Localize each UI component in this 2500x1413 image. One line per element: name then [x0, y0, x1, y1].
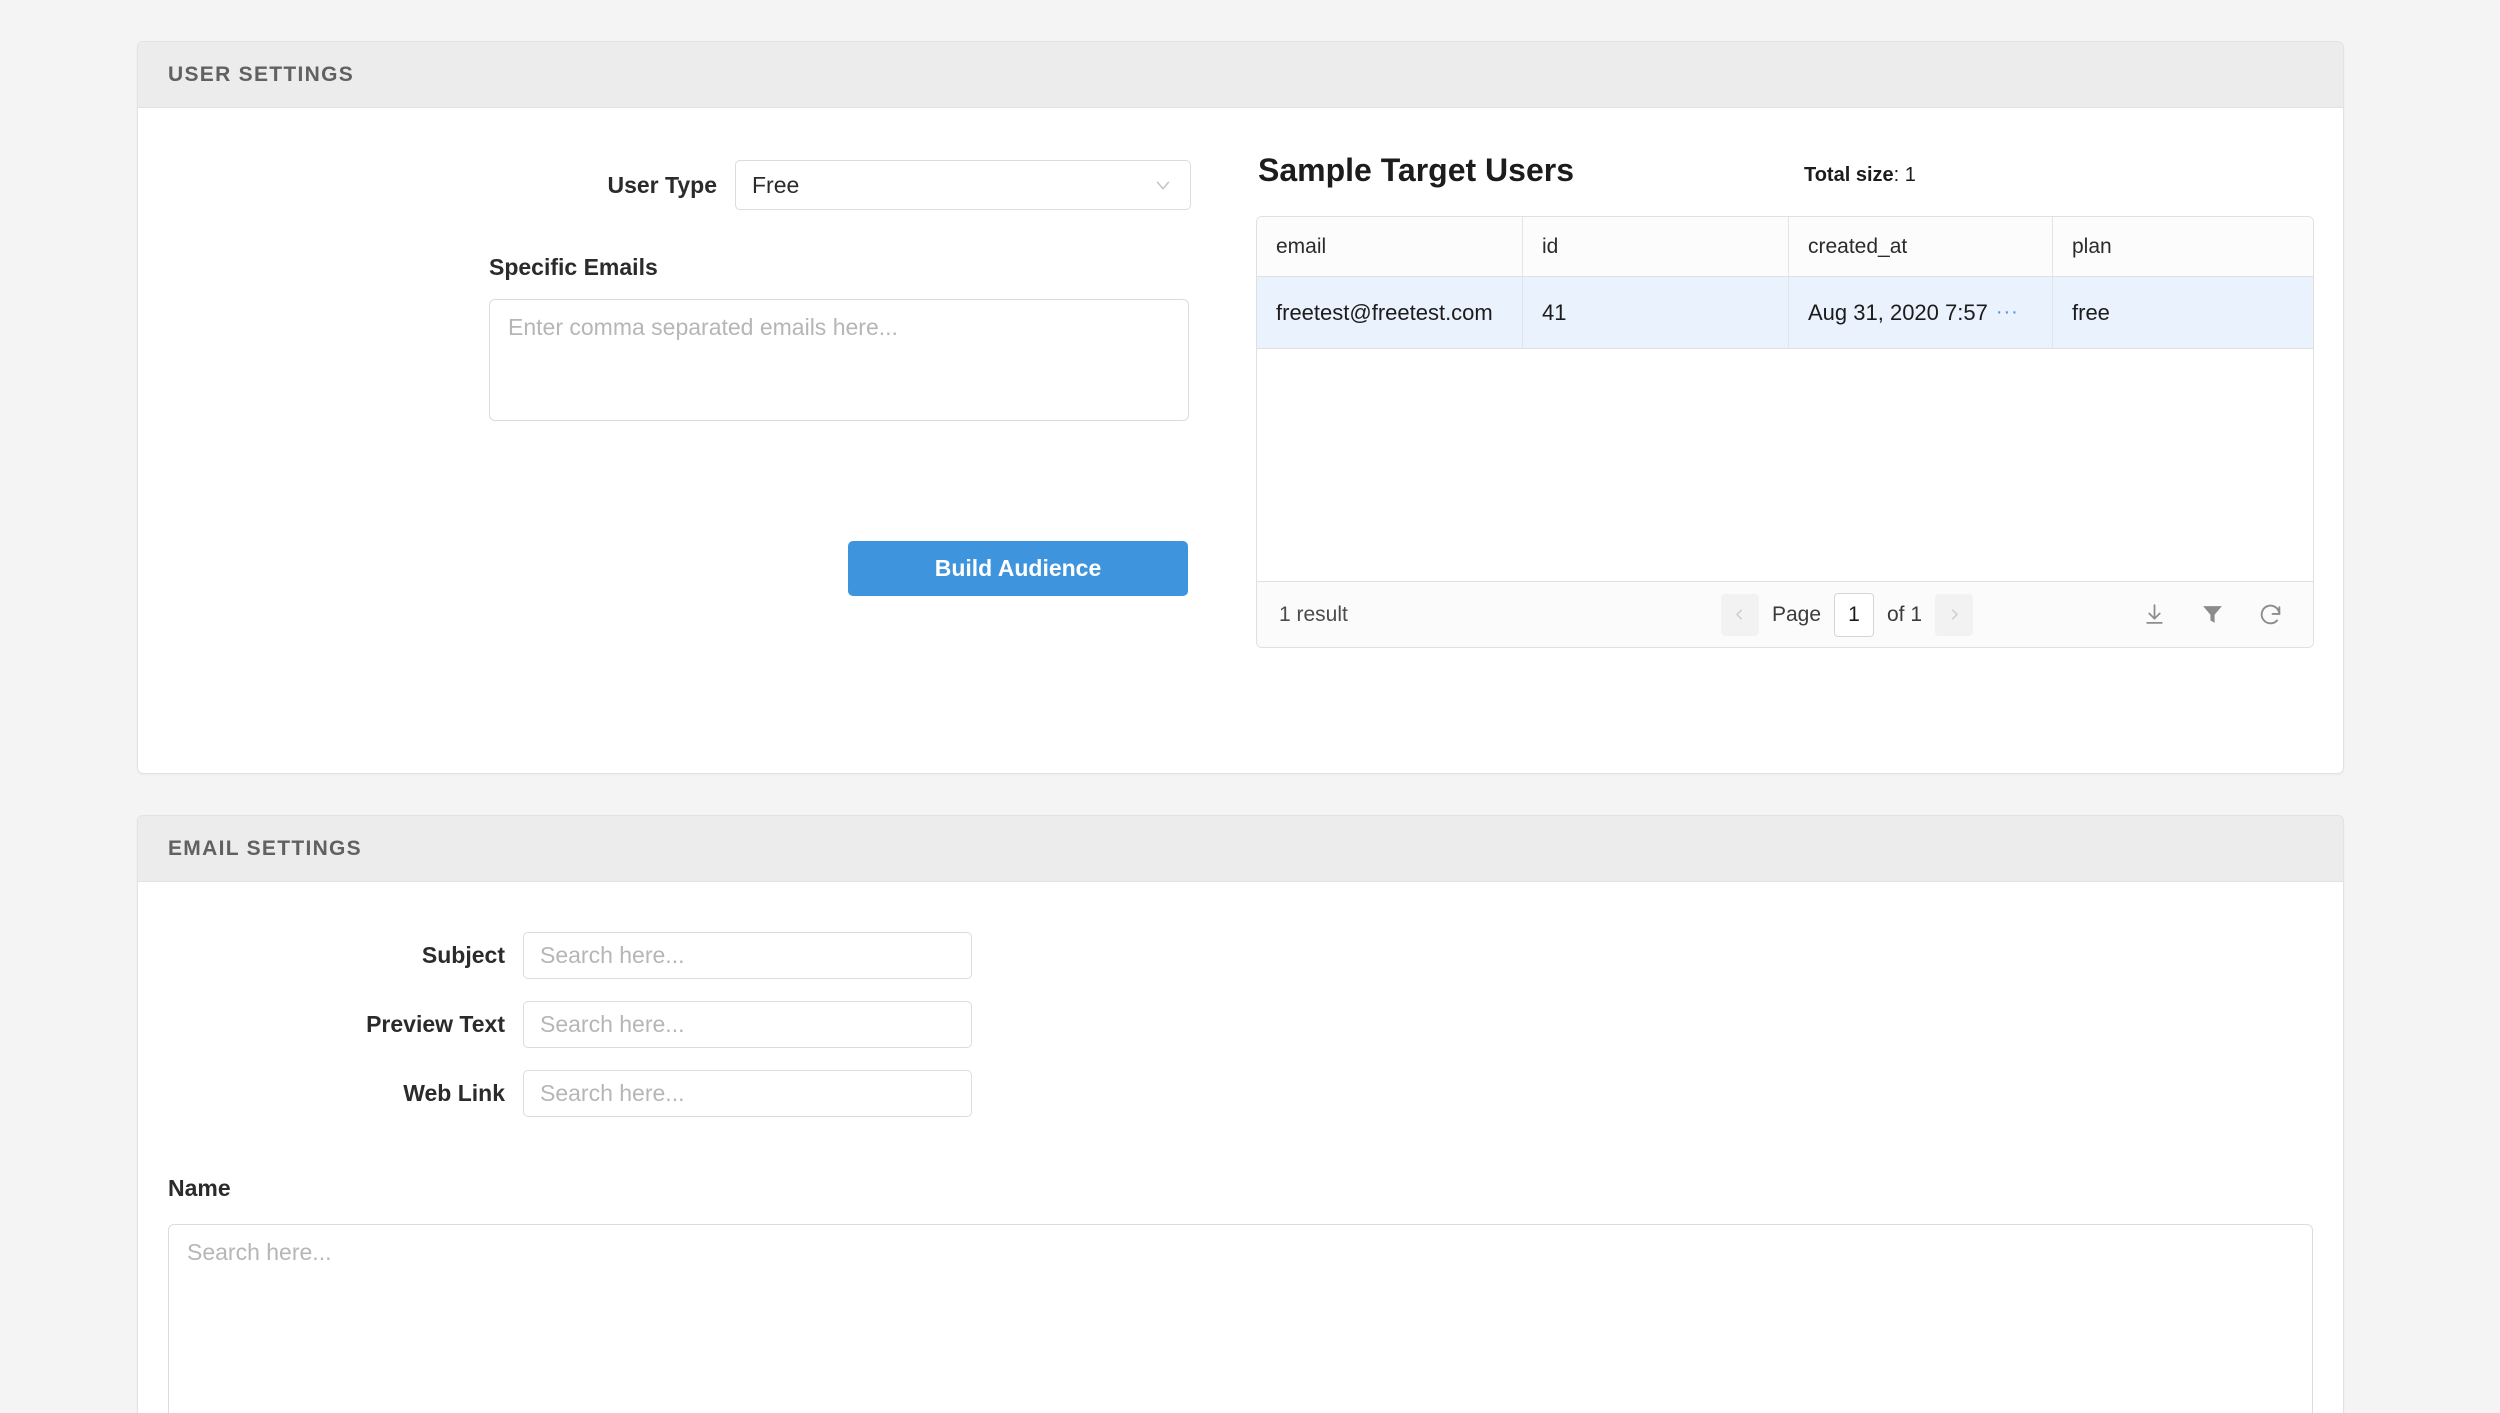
total-size-value: 1 — [1904, 164, 1916, 186]
user-type-row: User Type Free — [138, 160, 1256, 210]
grid-header-row: email id created_at plan — [1257, 217, 2313, 277]
user-settings-header: USER SETTINGS — [138, 42, 2343, 108]
user-settings-body: User Type Free Specific Emails Enter com… — [138, 108, 2343, 773]
column-header-plan[interactable]: plan — [2053, 217, 2313, 276]
cell-created-at: Aug 31, 2020 7:57 ··· — [1789, 277, 2053, 348]
table-row[interactable]: freetest@freetest.com 41 Aug 31, 2020 7:… — [1257, 277, 2313, 349]
audience-form: User Type Free Specific Emails Enter com… — [138, 108, 1256, 596]
cell-email: freetest@freetest.com — [1257, 277, 1523, 348]
specific-emails-placeholder: Enter comma separated emails here... — [508, 314, 898, 340]
refresh-icon[interactable] — [2258, 602, 2283, 627]
page-label: Page — [1771, 602, 1821, 626]
name-input[interactable]: Search here... — [168, 1224, 2313, 1413]
build-audience-wrap: Build Audience — [138, 541, 1256, 596]
user-type-label: User Type — [607, 171, 717, 198]
user-settings-header-title: USER SETTINGS — [168, 62, 355, 86]
column-header-created-at[interactable]: created_at — [1789, 217, 2053, 276]
download-icon[interactable] — [2142, 602, 2167, 627]
total-size: Total size: 1 — [1803, 164, 1916, 186]
user-type-selected-value: Free — [752, 171, 800, 198]
name-placeholder: Search here... — [187, 1239, 332, 1265]
chevron-left-icon[interactable] — [1720, 593, 1759, 636]
chevron-right-icon[interactable] — [1935, 593, 1974, 636]
chevron-down-icon — [1152, 174, 1174, 196]
total-size-label: Total size — [1803, 164, 1894, 186]
preview-text-input[interactable]: Search here... — [523, 1001, 972, 1048]
subject-row: Subject Search here... — [138, 932, 2343, 979]
cell-id: 41 — [1523, 277, 1789, 348]
name-label: Name — [168, 1175, 231, 1201]
preview-text-row: Preview Text Search here... — [138, 1001, 2343, 1048]
page-number-input[interactable]: 1 — [1834, 592, 1874, 637]
subject-label: Subject — [421, 942, 505, 968]
sample-table-title: Sample Target Users — [1258, 152, 1574, 188]
specific-emails-label: Specific Emails — [489, 254, 658, 280]
sample-target-users-panel: Sample Target Users Total size: 1 email … — [1256, 108, 2343, 648]
page-root: USER SETTINGS User Type Free Specific Em… — [0, 0, 2500, 1413]
specific-emails-input[interactable]: Enter comma separated emails here... — [489, 299, 1189, 421]
sample-users-grid: email id created_at plan freetest@freete… — [1256, 216, 2314, 648]
email-settings-header-title: EMAIL SETTINGS — [168, 836, 362, 860]
result-count: 1 result — [1279, 602, 1348, 626]
sample-table-heading: Sample Target Users Total size: 1 — [1256, 152, 2314, 189]
subject-input[interactable]: Search here... — [523, 932, 972, 979]
user-settings-card: USER SETTINGS User Type Free Specific Em… — [137, 41, 2344, 774]
preview-text-label: Preview Text — [366, 1011, 505, 1037]
pagination-controls: Page 1 of 1 — [1599, 592, 2095, 637]
specific-emails-block: Specific Emails Enter comma separated em… — [138, 254, 1256, 421]
cell-created-at-value: Aug 31, 2020 7:57 — [1808, 299, 1988, 325]
build-audience-button[interactable]: Build Audience — [848, 541, 1188, 596]
grid-toolbar — [2095, 602, 2295, 627]
web-link-placeholder: Search here... — [540, 1080, 685, 1106]
cell-plan: free — [2072, 299, 2110, 325]
grid-footer: 1 result Page 1 of 1 — [1257, 581, 2313, 647]
web-link-input[interactable]: Search here... — [523, 1070, 972, 1117]
cell-overflow-ellipsis-icon[interactable]: ··· — [1996, 301, 2019, 324]
user-type-select[interactable]: Free — [735, 160, 1191, 210]
column-header-id[interactable]: id — [1523, 217, 1789, 276]
email-settings-body: Subject Search here... Preview Text Sear… — [138, 882, 2343, 1413]
column-header-email[interactable]: email — [1257, 217, 1523, 276]
web-link-label: Web Link — [403, 1080, 505, 1106]
email-settings-card: EMAIL SETTINGS Subject Search here... Pr… — [137, 815, 2344, 1413]
name-block: Name Search here... — [138, 1175, 2343, 1413]
grid-empty-space — [1257, 349, 2313, 581]
page-total-label: of 1 — [1887, 602, 1923, 626]
filter-icon[interactable] — [2200, 602, 2225, 627]
subject-placeholder: Search here... — [540, 942, 685, 968]
preview-text-placeholder: Search here... — [540, 1011, 685, 1037]
web-link-row: Web Link Search here... — [138, 1070, 2343, 1117]
email-settings-header: EMAIL SETTINGS — [138, 816, 2343, 882]
